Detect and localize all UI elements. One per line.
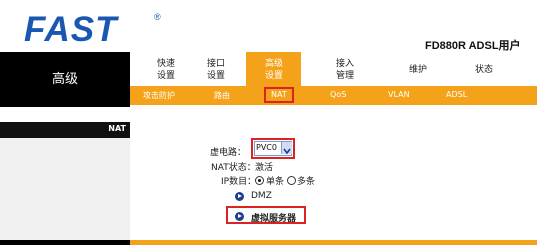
arrow-bullet-icon bbox=[235, 192, 244, 201]
submenu-vlan[interactable]: VLAN bbox=[388, 90, 410, 99]
link-dmz[interactable]: DMZ bbox=[251, 191, 272, 201]
nat-status-label: NAT状态： bbox=[211, 163, 256, 173]
radio-single-label: 单条 bbox=[266, 177, 285, 187]
logo-text: FAST bbox=[24, 10, 118, 49]
submenu-attack-protection[interactable]: 攻击防护 bbox=[143, 90, 175, 101]
vc-label: 虚电路： bbox=[210, 148, 247, 158]
radio-single[interactable] bbox=[255, 176, 264, 185]
chevron-down-icon[interactable] bbox=[281, 142, 292, 155]
section-sidebar bbox=[0, 138, 130, 242]
footer-left bbox=[0, 240, 130, 245]
link-virtual-server[interactable]: 虚拟服务器 bbox=[251, 211, 296, 224]
trademark: ® bbox=[154, 12, 161, 22]
menu-item-maintenance[interactable]: 维护 bbox=[400, 64, 436, 76]
submenu-routing[interactable]: 路由 bbox=[214, 90, 230, 101]
model-name: FD880R ADSL用户 bbox=[425, 40, 521, 52]
menu-item-access-management[interactable]: 接入 管理 bbox=[327, 58, 363, 82]
arrow-bullet-icon bbox=[235, 212, 244, 221]
submenu-adsl[interactable]: ADSL bbox=[446, 90, 467, 99]
section-title: NAT bbox=[108, 124, 126, 133]
menu-item-status[interactable]: 状态 bbox=[466, 64, 502, 76]
menu-item-quick-setup[interactable]: 快速 设置 bbox=[148, 58, 184, 82]
submenu-nat-selected-frame bbox=[264, 87, 294, 103]
menu-item-advanced-setup[interactable]: 高级 设置 bbox=[256, 58, 292, 82]
ip-count-label: IP数目： bbox=[221, 177, 257, 187]
nat-status-value: 激活 bbox=[255, 163, 274, 173]
radio-multiple[interactable] bbox=[287, 176, 296, 185]
footer-bar bbox=[130, 240, 537, 245]
vc-select-value: PVC0 bbox=[256, 143, 277, 152]
sidebar-title: 高级 bbox=[51, 72, 78, 87]
radio-multiple-label: 多条 bbox=[297, 177, 316, 187]
menu-item-interface-setup[interactable]: 接口 设置 bbox=[198, 58, 234, 82]
submenu-qos[interactable]: QoS bbox=[330, 90, 346, 99]
